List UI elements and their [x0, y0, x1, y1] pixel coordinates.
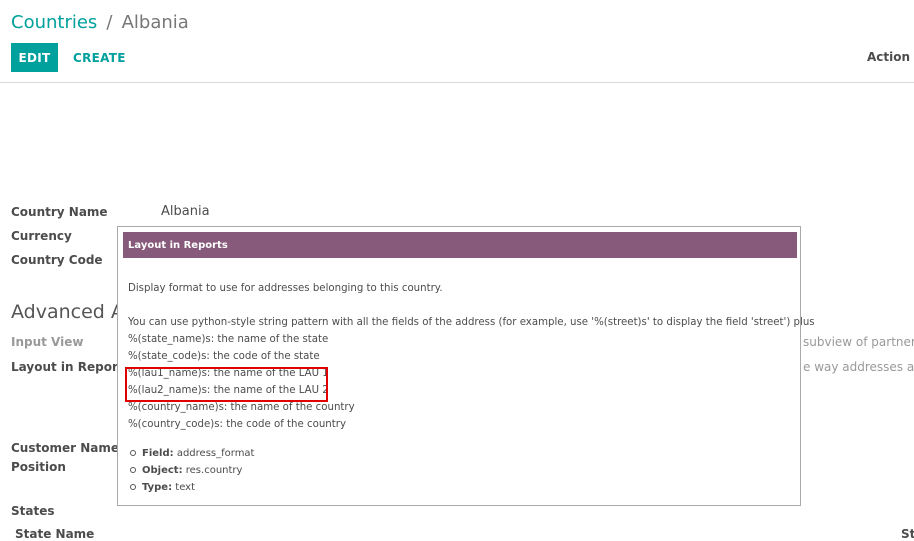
meta-object: Object: res.country	[130, 465, 242, 476]
breadcrumb-separator: /	[106, 12, 113, 33]
action-label: Action	[867, 50, 911, 64]
tooltip-usage-intro: You can use python-style string pattern …	[128, 317, 815, 328]
action-dropdown[interactable]: Action ▼	[867, 50, 914, 64]
placeholder-state-code: %(state_code)s: the code of the state	[128, 351, 320, 362]
edit-button[interactable]: EDIT	[11, 43, 58, 72]
tooltip-popover: Layout in Reports Display format to use …	[117, 226, 815, 506]
bullet-icon	[130, 467, 136, 473]
country-code-label: Country Code	[11, 253, 103, 267]
lau-highlight-box	[125, 367, 328, 402]
header-divider	[0, 82, 914, 83]
layout-help-text: e way addresses ar	[803, 360, 914, 374]
input-view-label: Input View	[11, 335, 84, 349]
placeholder-state-name: %(state_name)s: the name of the state	[128, 334, 329, 345]
tooltip-title: Layout in Reports	[123, 232, 797, 258]
country-name-label: Country Name	[11, 205, 108, 219]
advanced-section-title: Advanced Ac	[11, 301, 134, 323]
breadcrumb-countries-link[interactable]: Countries	[11, 12, 97, 33]
placeholder-country-code: %(country_code)s: the code of the countr…	[128, 419, 346, 430]
country-name-value: Albania	[161, 204, 210, 219]
tooltip-description: Display format to use for addresses belo…	[128, 283, 443, 294]
breadcrumb-current: Albania	[121, 12, 189, 33]
bullet-icon	[130, 450, 136, 456]
position-label: Position	[11, 460, 66, 474]
input-view-help-text: subview of partners	[803, 335, 914, 349]
right-column-header[interactable]: St	[901, 527, 914, 541]
customer-name-label: Customer Name	[11, 441, 119, 455]
create-button[interactable]: CREATE	[66, 43, 133, 72]
placeholder-country-name: %(country_name)s: the name of the countr…	[128, 402, 355, 413]
meta-type: Type: text	[130, 482, 195, 493]
currency-label: Currency	[11, 229, 72, 243]
state-name-column-header[interactable]: State Name	[15, 527, 94, 541]
bullet-icon	[130, 484, 136, 490]
breadcrumb: Countries / Albania	[11, 12, 189, 33]
meta-field: Field: address_format	[130, 448, 254, 459]
states-label: States	[11, 504, 55, 518]
